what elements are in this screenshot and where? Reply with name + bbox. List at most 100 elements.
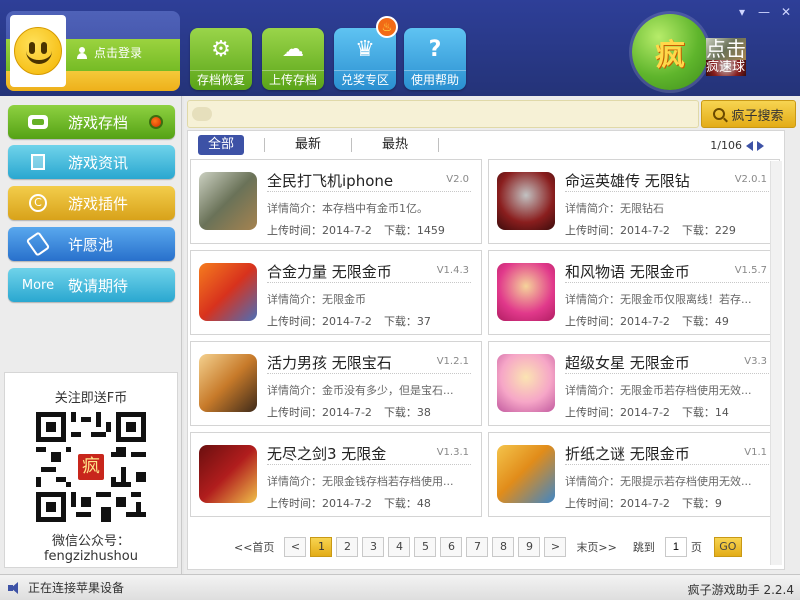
sidebar-item-wishing-pool[interactable]: 许愿池 <box>8 227 175 261</box>
more-tag: More <box>21 277 55 293</box>
speaker-icon <box>8 581 22 594</box>
sidebar-item-game-saves[interactable]: 游戏存档 <box>8 105 175 139</box>
window-controls: ▾ — ✕ <box>732 4 796 20</box>
qr-logo: 疯 <box>76 452 106 482</box>
save-list-panel: 全部 最新 最热 1/106 全民打飞机iphone V2.0 详情简介：本存档… <box>187 130 785 570</box>
page-button-8[interactable]: 8 <box>492 537 515 557</box>
page-button-9[interactable]: 9 <box>518 537 541 557</box>
filter-tabs: 全部 最新 最热 <box>198 135 459 155</box>
card-title: 活力男孩 无限宝石 <box>267 354 392 372</box>
close-icon[interactable]: ✕ <box>776 4 796 20</box>
documents-icon <box>31 154 45 170</box>
jump-page-input[interactable] <box>664 537 687 557</box>
page-button-1[interactable]: 1 <box>310 537 333 557</box>
card-upload-time: 上传时间：2014-7-2 <box>565 315 670 328</box>
card-upload-time: 上传时间：2014-7-2 <box>267 406 372 419</box>
save-card-5[interactable]: 活力男孩 无限宝石 V1.2.1 详情简介：金币没有多少，但是宝石... 上传时… <box>190 341 482 426</box>
card-downloads: 下载：1459 <box>383 224 445 237</box>
card-description: 详情简介：无限钻石 <box>565 202 664 215</box>
first-page-link[interactable]: <<首页 <box>228 539 280 555</box>
card-version: V3.3 <box>744 356 767 367</box>
go-button[interactable]: GO <box>713 537 742 557</box>
person-icon <box>76 46 88 59</box>
login-label: 点击登录 <box>94 46 143 60</box>
tab-all[interactable]: 全部 <box>198 135 245 155</box>
help-label: 使用帮助 <box>404 70 466 90</box>
card-title: 无尽之剑3 无限金 <box>267 445 387 463</box>
card-version: V1.4.3 <box>436 265 469 276</box>
page-button-3[interactable]: 3 <box>362 537 385 557</box>
card-description: 详情简介：无限金币仅限离线！若存... <box>565 293 752 306</box>
sidebar-item-game-news[interactable]: 游戏资讯 <box>8 145 175 179</box>
restore-save-button[interactable]: ⚙ 存档恢复 <box>190 28 252 90</box>
card-upload-time: 上传时间：2014-7-2 <box>565 224 670 237</box>
card-downloads: 下载：9 <box>681 497 722 510</box>
status-message: 正在连接苹果设备 <box>28 581 125 595</box>
card-version: V1.5.7 <box>734 265 767 276</box>
card-meta: 上传时间：2014-7-2 下载：49 <box>565 313 729 329</box>
search-button-label: 疯子搜索 <box>731 108 784 124</box>
page-button-2[interactable]: 2 <box>336 537 359 557</box>
page-button-7[interactable]: 7 <box>466 537 489 557</box>
card-downloads: 下载：229 <box>681 224 736 237</box>
qr-account-name: fengzizhushou <box>43 549 138 564</box>
card-title: 超级女星 无限金币 <box>565 354 690 372</box>
save-card-7[interactable]: 无尽之剑3 无限金 V1.3.1 详情简介：无限金钱存档若存档使用... 上传时… <box>190 432 482 517</box>
speedball-link[interactable]: 点击 疯速球 <box>706 38 746 76</box>
sidebar-item-coming-soon[interactable]: More 敬请期待 <box>8 268 175 302</box>
game-thumbnail <box>497 263 555 321</box>
save-card-3[interactable]: 合金力量 无限金币 V1.4.3 详情简介：无限金币 上传时间：2014-7-2… <box>190 250 482 335</box>
help-button[interactable]: ? 使用帮助 <box>404 28 466 90</box>
user-panel: 点击登录 <box>6 11 180 91</box>
card-description: 详情简介：本存档中有金币1亿。 <box>267 202 428 215</box>
tab-hottest[interactable]: 最热 <box>372 135 418 155</box>
speedball-button[interactable]: 疯 <box>632 14 708 90</box>
search-button[interactable]: 疯子搜索 <box>701 100 796 128</box>
tab-newest[interactable]: 最新 <box>285 135 331 155</box>
card-downloads: 下载：48 <box>383 497 431 510</box>
card-description: 详情简介：无限金钱存档若存档使用... <box>267 475 454 488</box>
card-upload-time: 上传时间：2014-7-2 <box>267 224 372 237</box>
card-upload-time: 上传时间：2014-7-2 <box>267 497 372 510</box>
gear-icon: ⚙ <box>211 36 231 62</box>
jump-label: 跳到 <box>632 541 655 554</box>
save-card-6[interactable]: 超级女星 无限金币 V3.3 详情简介：无限金币若存档使用无效... 上传时间：… <box>488 341 780 426</box>
card-version: V1.3.1 <box>436 447 469 458</box>
card-version: V1.1 <box>744 447 767 458</box>
last-page-link[interactable]: 末页>> <box>570 539 622 555</box>
page-button-6[interactable]: 6 <box>440 537 463 557</box>
sidebar-item-game-plugins[interactable]: C 游戏插件 <box>8 186 175 220</box>
menu-icon[interactable]: ▾ <box>732 4 752 20</box>
sidebar-item-label: 许愿池 <box>68 235 114 254</box>
card-version: V2.0.1 <box>734 174 767 185</box>
vertical-scrollbar[interactable] <box>770 161 782 565</box>
header-bar: ▾ — ✕ 点击登录 ⚙ 存档恢复 ☁ 上传存档 ♛ 兑奖专区 ♨ ? 使用帮助… <box>0 0 800 96</box>
save-card-2[interactable]: 命运英雄传 无限钻 V2.0.1 详情简介：无限钻石 上传时间：2014-7-2… <box>488 159 780 244</box>
prev-page-arrow-icon[interactable] <box>746 140 753 151</box>
main-content: 疯子搜索 全部 最新 最热 1/106 全民打飞机iphone V2.0 详情简… <box>184 96 800 574</box>
game-thumbnail <box>199 172 257 230</box>
card-title: 折纸之谜 无限金币 <box>565 445 690 463</box>
save-card-1[interactable]: 全民打飞机iphone V2.0 详情简介：本存档中有金币1亿。 上传时间：20… <box>190 159 482 244</box>
upload-save-button[interactable]: ☁ 上传存档 <box>262 28 324 90</box>
question-icon: ? <box>428 36 442 62</box>
avatar[interactable] <box>10 15 66 87</box>
save-card-8[interactable]: 折纸之谜 无限金币 V1.1 详情简介：无限提示若存档使用无效... 上传时间：… <box>488 432 780 517</box>
status-bar: 正在连接苹果设备 疯子游戏助手 2.2.4 <box>0 574 800 600</box>
prev-page-button[interactable]: < <box>284 537 307 557</box>
pagination: <<首页 < 1 2 3 4 5 6 7 8 9 > 末页>> 跳到 页 GO <box>228 537 742 557</box>
sidebar-item-label: 敬请期待 <box>68 276 129 295</box>
page-button-4[interactable]: 4 <box>388 537 411 557</box>
game-thumbnail <box>497 445 555 503</box>
page-button-5[interactable]: 5 <box>414 537 437 557</box>
search-input[interactable] <box>220 101 696 127</box>
speedball-line1: 点击 <box>706 37 746 61</box>
card-title: 全民打飞机iphone <box>267 172 394 190</box>
card-meta: 上传时间：2014-7-2 下载：1459 <box>267 222 445 238</box>
minimize-icon[interactable]: — <box>754 4 774 20</box>
login-link[interactable]: 点击登录 <box>76 44 142 61</box>
record-dot-icon <box>149 115 163 129</box>
next-page-arrow-icon[interactable] <box>757 140 764 151</box>
save-card-4[interactable]: 和风物语 无限金币 V1.5.7 详情简介：无限金币仅限离线！若存... 上传时… <box>488 250 780 335</box>
next-page-button[interactable]: > <box>544 537 567 557</box>
